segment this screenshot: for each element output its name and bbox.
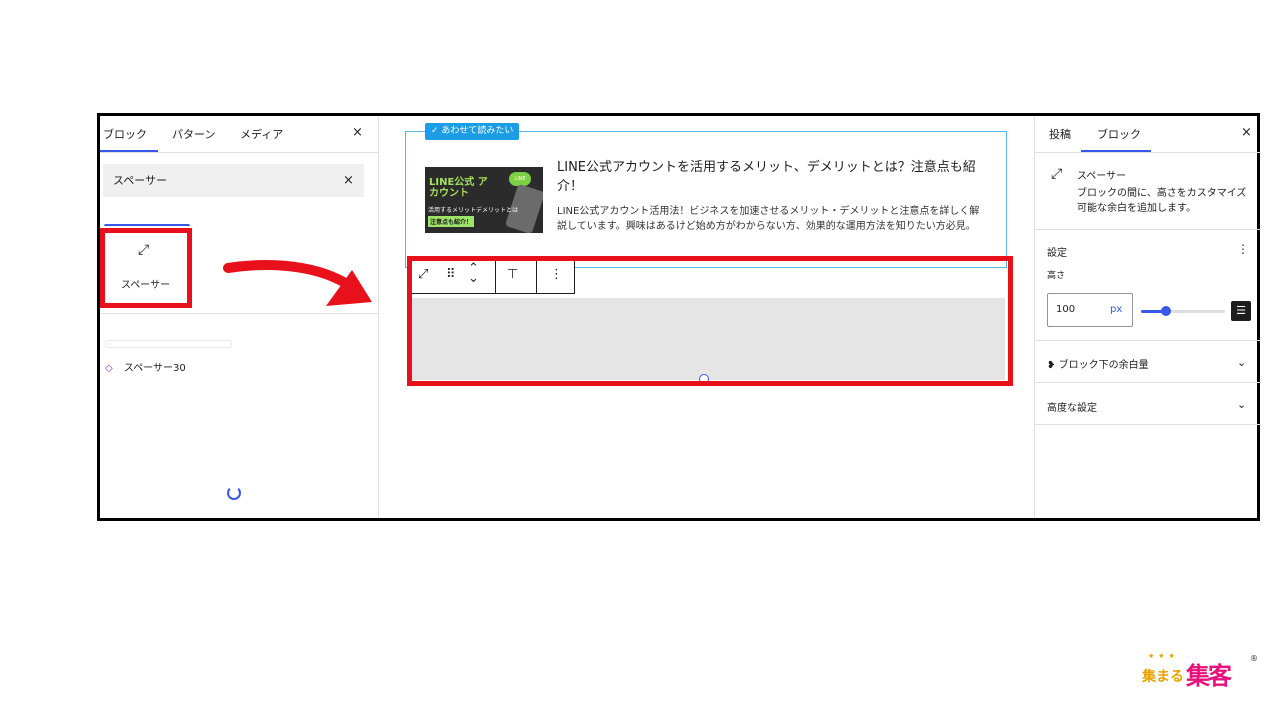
tab-block[interactable]: ブロック (1097, 126, 1141, 142)
divider (1035, 340, 1261, 341)
spacer-block-icon: ⤢ (1051, 166, 1063, 182)
block-description: ブロックの間に、高さをカスタマイズ可能な余白を追加します。 (1077, 188, 1247, 214)
thumbnail-subtitle: 活用するメリットデメリットとは (428, 207, 519, 214)
divider (1035, 382, 1261, 383)
card-thumbnail: LINE公式 アカウント LINE 活用するメリットデメリットとは 注意点も紹介… (425, 167, 543, 233)
divider (1035, 152, 1261, 153)
loading-spinner-icon (227, 486, 241, 500)
tab-blocks[interactable]: ブロック (103, 126, 147, 142)
unit-select[interactable]: px (1110, 304, 1122, 315)
block-name: スペーサー (1077, 171, 1127, 182)
annotation-arrow (223, 260, 372, 306)
thumbnail-tag: 注意点も紹介！ (428, 216, 475, 227)
close-icon[interactable]: × (352, 125, 363, 140)
tab-post[interactable]: 投稿 (1049, 126, 1071, 142)
custom-value-toggle-icon[interactable]: ☰ (1231, 301, 1251, 321)
tab-patterns[interactable]: パターン (172, 126, 215, 142)
logo-text-a: 集まる (1142, 669, 1184, 685)
clear-search-icon[interactable]: × (343, 173, 354, 188)
close-icon[interactable]: × (1241, 125, 1252, 140)
settings-heading: 設定 (1047, 248, 1067, 259)
search-input[interactable]: スペーサー (103, 164, 364, 197)
settings-sidebar: 投稿 ブロック × ⤢ スペーサー ブロックの間に、高さをカスタマイズ可能な余白… (1034, 116, 1261, 518)
logo-stars: ★★★ (1148, 652, 1179, 660)
divider (100, 152, 378, 153)
height-value: 100 (1056, 304, 1076, 315)
thumbnail-title: LINE公式 アカウント (429, 177, 488, 199)
chevron-down-icon[interactable]: ⌄ (1237, 398, 1246, 411)
card-title[interactable]: LINE公式アカウントを活用するメリット、デメリットとは？注意点も紹介！ (557, 158, 987, 196)
related-badge: ✓ あわせて読みたい (425, 123, 520, 140)
leaf-icon: ❥ (1047, 360, 1056, 371)
brand-logo: ★★★ 集まる 集客 ® (1142, 652, 1258, 694)
pattern-item-label: スペーサー30 (123, 363, 186, 374)
section-block-margin[interactable]: ❥ ブロック下の余白量 (1047, 356, 1149, 371)
section-advanced[interactable]: 高度な設定 (1047, 399, 1097, 414)
search-value: スペーサー (113, 174, 168, 187)
logo-text-b: 集客 (1186, 662, 1232, 690)
height-input[interactable]: 100 px (1047, 293, 1133, 327)
pattern-placeholder (105, 340, 232, 348)
settings-options-icon[interactable]: ⋮ (1237, 242, 1249, 256)
card-description: LINE公式アカウント活用法！ビジネスを加速させるメリット・デメリットと注意点を… (557, 206, 980, 232)
tab-media[interactable]: メディア (240, 126, 283, 142)
highlight-box-spacer-item (100, 228, 192, 308)
divider (1035, 424, 1261, 425)
height-label: 高さ (1047, 271, 1066, 281)
chevron-down-icon[interactable]: ⌄ (1237, 356, 1246, 369)
divider (1035, 229, 1261, 230)
arrow-curve (223, 260, 363, 297)
pattern-item[interactable]: ◇ スペーサー30 (105, 359, 186, 374)
reusable-block-icon: ◇ (105, 363, 113, 374)
highlight-box-spacer-block (407, 256, 1013, 386)
height-slider-thumb[interactable] (1161, 306, 1171, 316)
registered-mark: ® (1250, 654, 1258, 663)
